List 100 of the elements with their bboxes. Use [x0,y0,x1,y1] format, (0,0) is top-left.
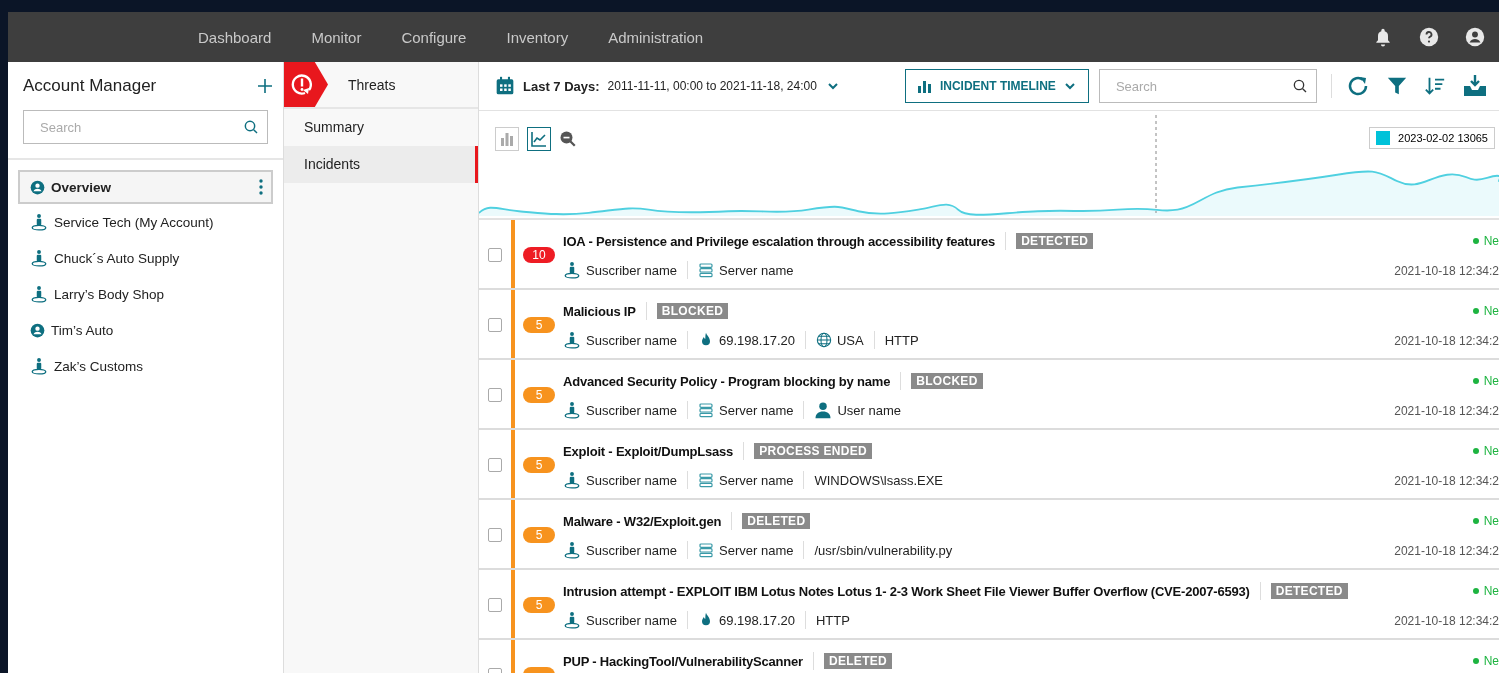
line-chart-button[interactable] [527,127,551,151]
meta-text: Suscriber name [586,332,678,348]
nav-tab[interactable]: Inventory [486,28,589,46]
help-icon [1419,27,1439,47]
section-nav-item[interactable]: Summary [284,109,478,146]
person-on-platform-icon [563,331,581,349]
status-tag: DETECTED [1270,583,1348,599]
account-item[interactable]: Zak’s Customs [18,348,273,384]
bell-icon [1373,27,1393,47]
row-checkbox[interactable] [488,528,502,542]
meta-text: Server name [719,402,794,418]
user-icon [814,401,833,419]
person-on-platform-icon [563,261,581,279]
status-tag: DELETED [742,513,811,529]
incident-title[interactable]: Intrusion attempt - EXPLOIT IBM Lotus Notes Lotus 1- 2-3 Work Sheet File Viewer Buffer Overflow (CVE-2007-6593) [563,583,1250,599]
nav-tab[interactable]: Monitor [291,28,382,46]
nav-tab[interactable]: Configure [381,28,487,46]
server-icon [698,262,715,278]
panel-title: Account Manager [23,76,157,96]
line-chart-icon [531,131,547,147]
download-button[interactable] [1461,74,1488,98]
row-checkbox[interactable] [488,388,502,402]
date-range-label: Last 7 Days: [523,78,600,94]
status-label: Ne [1483,584,1499,598]
account-item[interactable]: Service Tech (My Account) [18,204,273,240]
incident-title[interactable]: Malware - W32/Exploit.gen [563,513,722,529]
search-icon [243,119,259,135]
server-icon [698,472,715,488]
search-icon [1291,78,1308,94]
status-label: Ne [1483,444,1499,458]
status-label: Ne [1483,374,1499,388]
add-button[interactable] [257,78,273,94]
row-checkbox[interactable] [488,458,502,472]
meta-text: Server name [719,472,794,488]
meta-text: Suscriber name [586,262,678,278]
meta-text: /usr/sbin/vulnerability.py [814,542,953,558]
nav-tab[interactable]: Administration [588,28,724,46]
timestamp: 2021-10-18 12:34:2 [1394,404,1499,418]
meta-text: WINDOWS\lsass.EXE [814,472,944,488]
incident-title[interactable]: Advanced Security Policy - Program blocking by name [563,373,891,389]
server-icon [698,402,715,418]
legend-text: 2023-02-02 13065 [1398,132,1488,144]
incident-title[interactable]: IOA - Persistence and Privilege escalation through accessibility features [563,233,996,249]
incident-timeline-dropdown[interactable]: INCIDENT TIMELINE [904,69,1089,103]
status-label: Ne [1483,304,1499,318]
status-dot [1472,518,1479,524]
meta-text: 69.198.17.20 [719,332,795,348]
row-checkbox[interactable] [488,598,502,612]
section-nav-item[interactable]: Incidents [284,146,478,183]
severity-badge: 5 [523,387,555,403]
search-field[interactable]: Search [23,110,268,144]
meta-text: HTTP [884,332,919,348]
bar-chart-icon [917,79,932,93]
filter-button[interactable] [1385,75,1408,97]
meta-text: HTTP [815,612,850,628]
account-item[interactable]: Chuck´s Auto Supply [18,240,273,276]
meta-text: Suscriber name [586,612,678,628]
status-tag: BLOCKED [911,373,983,389]
bar-chart-button[interactable] [495,127,519,151]
timestamp: 2021-10-18 12:34:2 [1394,474,1499,488]
account-name: Larry’s Body Shop [54,286,166,302]
status-tag: BLOCKED [656,303,729,319]
account-item[interactable]: Larry’s Body Shop [18,276,273,312]
status-dot [1472,658,1479,664]
account-item[interactable]: Overview [18,170,273,204]
date-range-value: 2011-11-11, 00:00 to 2021-11-18, 24:00 [607,79,817,93]
person-on-platform-icon [30,285,48,303]
row-checkbox[interactable] [488,318,502,332]
caret-icon [1063,82,1076,90]
calendar-icon [495,76,515,96]
incident-title[interactable]: PUP - HackingTool/VulnerabilityScanner [563,653,803,669]
user-circle-icon [30,322,45,338]
nav-tab[interactable]: Dashboard [178,28,292,46]
sort-button[interactable] [1423,75,1446,97]
incident-title[interactable]: Malicious IP [563,303,636,319]
incident-title[interactable]: Exploit - Exploit/DumpLsass [563,443,734,459]
account-name: Chuck´s Auto Supply [54,250,181,266]
timestamp: 2021-10-18 12:34:2 [1394,614,1499,628]
severity-badge: 5 [523,597,555,613]
account-item[interactable]: Tim’s Auto [18,312,273,348]
person-on-platform-icon [563,611,581,629]
status-label: Ne [1483,514,1499,528]
section-title: Threats [348,76,396,93]
timestamp: 2021-10-18 12:34:2 [1394,334,1499,348]
meta-text: USA [836,332,864,348]
status-tag: DELETED [823,653,893,669]
meta-text: Server name [719,262,794,278]
meta-text: User name [837,402,902,418]
row-checkbox[interactable] [488,248,502,262]
person-on-platform-icon [563,401,581,419]
server-icon [698,542,715,558]
dropdown-button[interactable] [826,80,839,92]
person-on-platform-icon [30,249,48,267]
severity-badge: 5 [523,317,555,333]
status-label: Ne [1483,654,1499,668]
status-dot [1472,448,1479,454]
account-name: Tim’s Auto [51,322,115,338]
search-field[interactable]: Search [1098,69,1317,103]
severity-badge: 5 [523,457,555,473]
status-tag: DETECTED [1016,233,1094,249]
